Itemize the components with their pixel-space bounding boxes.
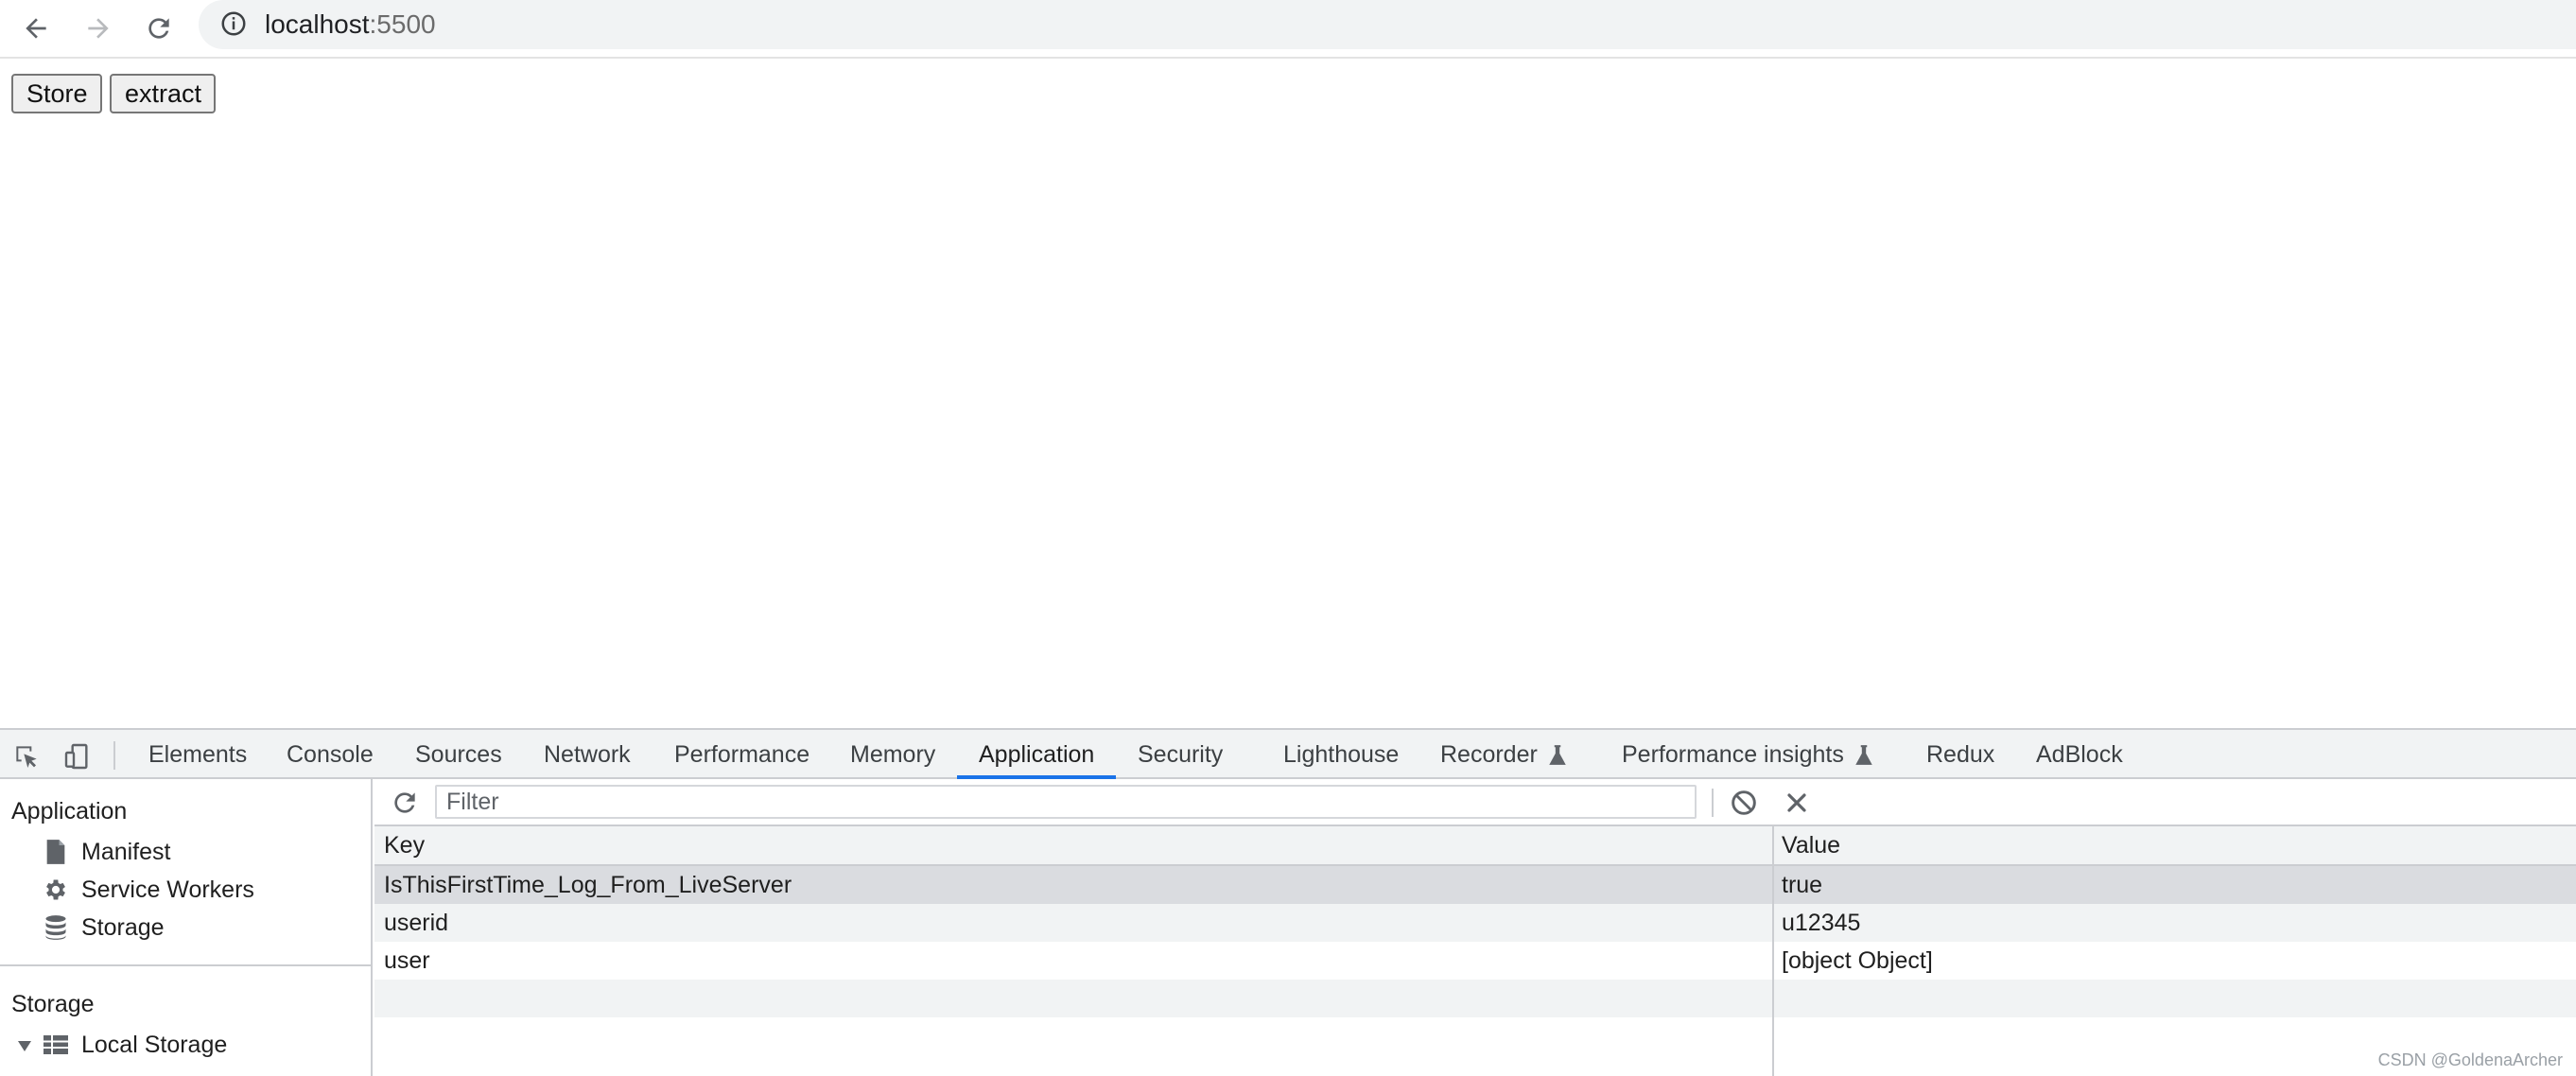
sidebar-item-service-workers[interactable]: Service Workers xyxy=(42,874,254,906)
row-value: true xyxy=(1782,872,1823,898)
url-host: localhost xyxy=(265,9,370,39)
forward-button[interactable] xyxy=(76,6,121,51)
row-key: IsThisFirstTime_Log_From_LiveServer xyxy=(384,872,792,898)
tab-security[interactable]: Security xyxy=(1138,730,1223,779)
flask-icon xyxy=(1549,745,1566,766)
clear-all-icon[interactable] xyxy=(1729,788,1759,818)
table-row[interactable]: IsThisFirstTime_Log_From_LiveServer true xyxy=(374,866,2576,904)
inspect-element-icon[interactable] xyxy=(11,741,42,772)
devtools-panel: Elements Console Sources Network Perform… xyxy=(0,728,2576,1076)
row-key: userid xyxy=(384,910,449,936)
tab-memory[interactable]: Memory xyxy=(850,730,935,779)
tab-performance-insights[interactable]: Performance insights xyxy=(1622,730,1874,779)
sidebar-item-label: Service Workers xyxy=(81,876,254,903)
sidebar-divider xyxy=(0,964,371,966)
extract-button[interactable]: extract xyxy=(110,74,216,113)
application-sidebar: Application Manifest Service Workers Sto… xyxy=(0,779,373,1076)
tab-network[interactable]: Network xyxy=(544,730,631,779)
sidebar-section-application: Application xyxy=(11,798,128,824)
tab-redux[interactable]: Redux xyxy=(1926,730,1994,779)
column-header-value[interactable]: Value xyxy=(1782,826,2567,864)
database-icon xyxy=(42,913,70,942)
table-row[interactable]: user [object Object] xyxy=(374,942,2576,980)
tab-elements[interactable]: Elements xyxy=(148,730,247,779)
grid-icon xyxy=(42,1031,70,1059)
column-header-key[interactable]: Key xyxy=(384,826,1765,864)
info-icon[interactable] xyxy=(219,9,248,38)
expand-triangle-icon[interactable] xyxy=(17,1032,36,1059)
reload-icon xyxy=(148,18,169,39)
row-key: user xyxy=(384,947,430,974)
tab-performance-insights-label: Performance insights xyxy=(1622,741,1844,768)
flask-icon xyxy=(1855,745,1872,766)
sidebar-item-label: Manifest xyxy=(81,838,171,865)
tab-lighthouse[interactable]: Lighthouse xyxy=(1283,730,1399,779)
storage-table: Key Value IsThisFirstTime_Log_From_LiveS… xyxy=(374,826,2576,1076)
tab-performance[interactable]: Performance xyxy=(674,730,809,779)
filter-input[interactable] xyxy=(435,785,1697,819)
refresh-icon[interactable] xyxy=(390,788,420,818)
column-divider[interactable] xyxy=(1772,826,1774,1076)
browser-toolbar: localhost:5500 xyxy=(0,0,2576,59)
device-toolbar-icon[interactable] xyxy=(62,741,93,772)
tab-recorder-label: Recorder xyxy=(1440,741,1538,768)
tab-sources[interactable]: Sources xyxy=(415,730,502,779)
sidebar-item-manifest[interactable]: Manifest xyxy=(42,836,170,868)
watermark: CSDN @GoldenaArcher xyxy=(2377,1050,2563,1069)
table-header-row: Key Value xyxy=(374,826,2576,866)
row-value: u12345 xyxy=(1782,910,1861,936)
sidebar-item-storage[interactable]: Storage xyxy=(42,911,165,944)
tab-application[interactable]: Application xyxy=(979,730,1094,779)
tab-bar-separator xyxy=(113,741,115,770)
url-port: :5500 xyxy=(369,9,436,39)
sidebar-item-label: Local Storage xyxy=(81,1031,228,1058)
devtools-tab-bar: Elements Console Sources Network Perform… xyxy=(0,728,2576,779)
storage-toolbar xyxy=(374,779,2576,826)
local-storage-view: Key Value IsThisFirstTime_Log_From_LiveS… xyxy=(374,779,2576,1076)
row-value: [object Object] xyxy=(1782,947,1933,974)
tab-recorder[interactable]: Recorder xyxy=(1440,730,1568,779)
back-button[interactable] xyxy=(13,6,59,51)
store-button[interactable]: Store xyxy=(11,74,102,113)
arrow-right-icon xyxy=(88,18,109,39)
gear-icon xyxy=(42,876,70,904)
sidebar-section-storage: Storage xyxy=(11,991,95,1017)
reload-button[interactable] xyxy=(136,6,182,51)
tab-console[interactable]: Console xyxy=(287,730,374,779)
document-icon xyxy=(42,838,70,866)
toolbar-separator xyxy=(1712,789,1714,817)
table-row[interactable]: userid u12345 xyxy=(374,904,2576,942)
address-bar[interactable]: localhost:5500 xyxy=(199,0,2576,49)
sidebar-item-label: Storage xyxy=(81,913,165,941)
sidebar-item-local-storage[interactable]: Local Storage xyxy=(17,1029,227,1061)
url-text: localhost:5500 xyxy=(265,9,436,41)
arrow-left-icon xyxy=(26,18,46,39)
delete-selected-icon[interactable] xyxy=(1782,788,1812,818)
empty-table-row xyxy=(374,980,2576,1017)
tab-adblock[interactable]: AdBlock xyxy=(2036,730,2123,779)
